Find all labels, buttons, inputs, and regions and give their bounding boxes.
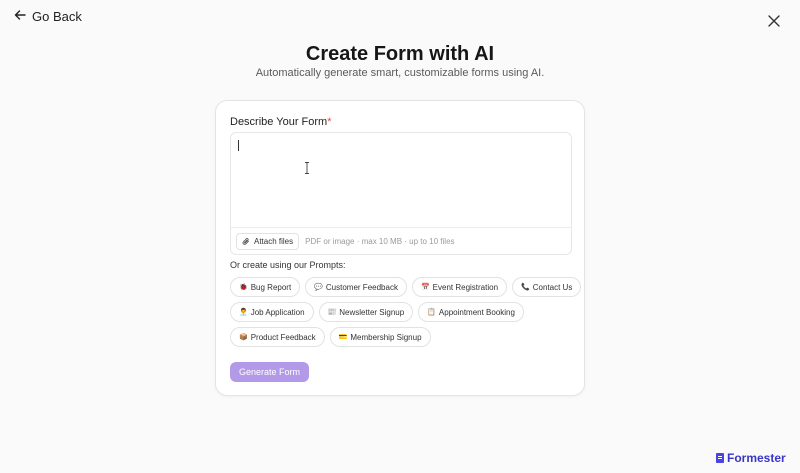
prompt-chip-label: Contact Us [532, 282, 573, 292]
required-marker: * [327, 116, 332, 128]
speech-bubble-icon: 💬 [314, 284, 323, 291]
page-subtitle: Automatically generate smart, customizab… [255, 67, 545, 79]
generate-form-button[interactable]: Generate Form [230, 362, 309, 382]
prompt-chip-newsletter-signup[interactable]: 📰 Newsletter Signup [318, 302, 414, 322]
newspaper-icon: 📰 [327, 309, 337, 316]
attach-hint: PDF or image · max 10 MB · up to 10 file… [305, 237, 455, 246]
clipboard-icon: 📋 [427, 309, 436, 316]
prompt-chip-label: Event Registration [432, 282, 499, 292]
formester-logo-icon [716, 453, 724, 463]
prompt-chip-label: Bug Report [250, 282, 292, 292]
attach-files-label: Attach files [254, 237, 294, 246]
describe-form-field: Attach files PDF or image · max 10 MB · … [230, 132, 572, 255]
prompt-chip-bug-report[interactable]: 🐞 Bug Report [230, 277, 301, 297]
close-icon [768, 15, 780, 27]
page-title: Create Form with AI [305, 43, 495, 65]
attach-files-button[interactable]: Attach files [236, 233, 300, 250]
phone-icon: 📞 [521, 284, 530, 291]
prompt-chip-contact-us[interactable]: 📞 Contact Us [512, 277, 582, 297]
prompt-chip-label: Newsletter Signup [339, 307, 405, 317]
prompt-chip-membership-signup[interactable]: 💳 Membership Signup [329, 327, 431, 347]
prompts-label: Or create using our Prompts: [230, 260, 346, 270]
prompt-chip-product-feedback[interactable]: 📦 Product Feedback [230, 327, 325, 347]
describe-form-label: Describe Your Form* [230, 116, 332, 128]
package-icon: 📦 [239, 334, 248, 341]
page: Go Back Create Form with AI Automaticall… [0, 0, 800, 473]
text-cursor-icon [305, 162, 309, 174]
attach-bar: Attach files PDF or image · max 10 MB · … [231, 227, 571, 255]
form-card: Describe Your Form* Attach files PDF or … [215, 100, 585, 396]
bug-icon: 🐞 [239, 284, 248, 291]
prompt-chip-label: Membership Signup [350, 332, 422, 342]
describe-form-label-text: Describe Your Form [230, 116, 328, 128]
prompt-chip-label: Customer Feedback [325, 282, 398, 292]
go-back-button[interactable]: Go Back [14, 9, 82, 24]
prompt-row-2: 👨‍💼 Job Application 📰 Newsletter Signup 📋 A… [230, 302, 524, 322]
paperclip-icon [242, 238, 249, 245]
prompt-row-3: 📦 Product Feedback 💳 Membership Signup [230, 327, 431, 347]
prompt-row-1: 🐞 Bug Report 💬 Customer Feedback 📅 Event Re… [230, 277, 582, 297]
prompt-chip-label: Job Application [250, 307, 305, 317]
brand-logo: Formester [716, 451, 786, 465]
card-icon: 💳 [338, 334, 348, 341]
prompt-chip-customer-feedback[interactable]: 💬 Customer Feedback [305, 277, 407, 297]
prompt-chip-appointment-booking[interactable]: 📋 Appointment Booking [418, 302, 524, 322]
prompt-chip-job-application[interactable]: 👨‍💼 Job Application [230, 302, 314, 322]
text-caret [238, 140, 239, 151]
prompt-chip-event-registration[interactable]: 📅 Event Registration [411, 277, 508, 297]
prompt-chip-label: Product Feedback [250, 332, 316, 342]
close-button[interactable] [767, 14, 781, 28]
brand-name: Formester [727, 451, 786, 465]
calendar-icon: 📅 [420, 284, 430, 291]
describe-form-input[interactable] [231, 133, 571, 227]
go-back-label: Go Back [32, 9, 82, 24]
arrow-left-icon [14, 9, 26, 24]
prompt-chip-label: Appointment Booking [438, 307, 515, 317]
person-icon: 👨‍💼 [239, 309, 248, 316]
